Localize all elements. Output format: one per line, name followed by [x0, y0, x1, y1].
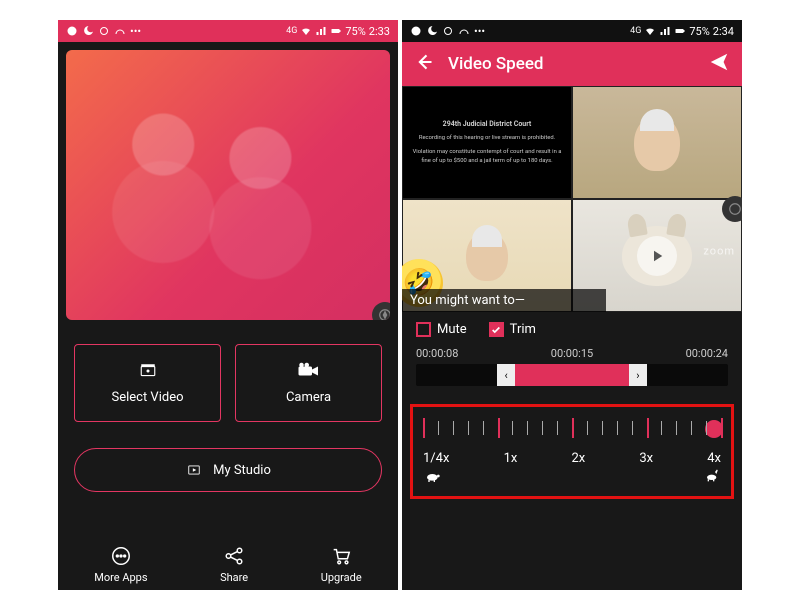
app-icon	[442, 25, 454, 37]
battery-pct: 75%	[689, 25, 709, 38]
clock: 2:34	[713, 25, 734, 38]
caption: You might want to—	[402, 289, 606, 312]
shutter-icon	[372, 302, 390, 320]
status-bar: ••• 4G 75% 2:33	[58, 20, 398, 42]
arrow-left-icon	[414, 52, 434, 72]
share-icon	[223, 545, 245, 567]
speed-2x[interactable]: 2x	[571, 451, 585, 466]
speed-3x[interactable]: 3x	[639, 451, 653, 466]
time-end: 00:00:24	[686, 347, 728, 360]
battery-icon	[674, 25, 686, 37]
zoom-watermark: zoom	[703, 245, 735, 258]
clock: 2:33	[369, 25, 390, 38]
video-tile-court: 294th Judicial District Court Recording …	[402, 86, 572, 199]
editor-screen: ••• 4G 75% 2:34 Video Speed 294th Judici	[402, 20, 742, 590]
battery-pct: 75%	[345, 25, 365, 38]
play-icon	[648, 247, 666, 265]
court-title: 294th Judicial District Court	[443, 120, 532, 128]
send-button[interactable]	[708, 51, 730, 78]
nav-more-label: More Apps	[94, 571, 147, 584]
send-icon	[708, 51, 730, 73]
studio-icon	[185, 463, 203, 477]
speed-control: 1/4x 1x 2x 3x 4x	[410, 404, 734, 499]
nav-more-apps[interactable]: More Apps	[94, 545, 147, 584]
film-icon	[136, 362, 160, 380]
home-screen: ••• 4G 75% 2:33 Select Video	[58, 20, 398, 590]
back-button[interactable]	[414, 52, 434, 77]
msg-icon	[410, 25, 422, 37]
speed-ruler[interactable]	[423, 417, 721, 445]
status-bar: ••• 4G 75% 2:34	[402, 20, 742, 42]
select-video-button[interactable]: Select Video	[74, 344, 221, 422]
video-preview[interactable]: 294th Judicial District Court Recording …	[402, 86, 742, 312]
moon-icon	[426, 25, 438, 37]
more-icon	[110, 545, 132, 567]
check-icon	[491, 325, 501, 335]
nav-share[interactable]: Share	[220, 545, 248, 584]
speed-4x[interactable]: 4x	[707, 451, 721, 466]
status-dots: •••	[130, 25, 141, 38]
net-label: 4G	[286, 26, 297, 36]
wifi-icon	[644, 25, 656, 37]
nav-upgrade[interactable]: Upgrade	[321, 545, 362, 584]
arc-icon	[114, 25, 126, 37]
trim-handle-right[interactable]: ›	[629, 364, 647, 386]
trim-slider[interactable]: ‹ ›	[416, 364, 728, 386]
app-bar: Video Speed	[402, 42, 742, 86]
nav-share-label: Share	[220, 571, 248, 584]
time-start: 00:00:08	[416, 347, 458, 360]
trim-handle-left[interactable]: ‹	[497, 364, 515, 386]
arc-icon	[458, 25, 470, 37]
turtle-icon	[423, 468, 443, 488]
speed-1-4x[interactable]: 1/4x	[423, 451, 449, 466]
camera-label: Camera	[286, 390, 331, 405]
time-mid: 00:00:15	[551, 347, 593, 360]
msg-icon	[66, 25, 78, 37]
trim-checkbox[interactable]: Trim	[489, 322, 536, 337]
mute-checkbox[interactable]: Mute	[416, 322, 467, 337]
signal-icon	[315, 25, 327, 37]
status-dots: •••	[474, 25, 485, 38]
my-studio-button[interactable]: My Studio	[74, 448, 382, 492]
hero-image	[66, 50, 390, 320]
page-title: Video Speed	[448, 54, 544, 74]
moon-icon	[82, 25, 94, 37]
play-button[interactable]	[637, 236, 677, 276]
nav-upgrade-label: Upgrade	[321, 571, 362, 584]
camcorder-icon	[296, 362, 322, 380]
my-studio-label: My Studio	[213, 463, 271, 478]
rabbit-icon	[701, 468, 721, 488]
select-video-label: Select Video	[111, 390, 183, 405]
camera-button[interactable]: Camera	[235, 344, 382, 422]
mute-label: Mute	[437, 322, 467, 337]
battery-icon	[330, 25, 342, 37]
app-icon	[98, 25, 110, 37]
trim-label: Trim	[510, 322, 536, 337]
cart-icon	[330, 545, 352, 567]
bottom-nav: More Apps Share Upgrade	[58, 545, 398, 584]
signal-icon	[659, 25, 671, 37]
shutter-icon	[722, 196, 742, 222]
wifi-icon	[300, 25, 312, 37]
video-tile-judge	[572, 86, 742, 199]
net-label: 4G	[630, 26, 641, 36]
speed-1x[interactable]: 1x	[504, 451, 518, 466]
